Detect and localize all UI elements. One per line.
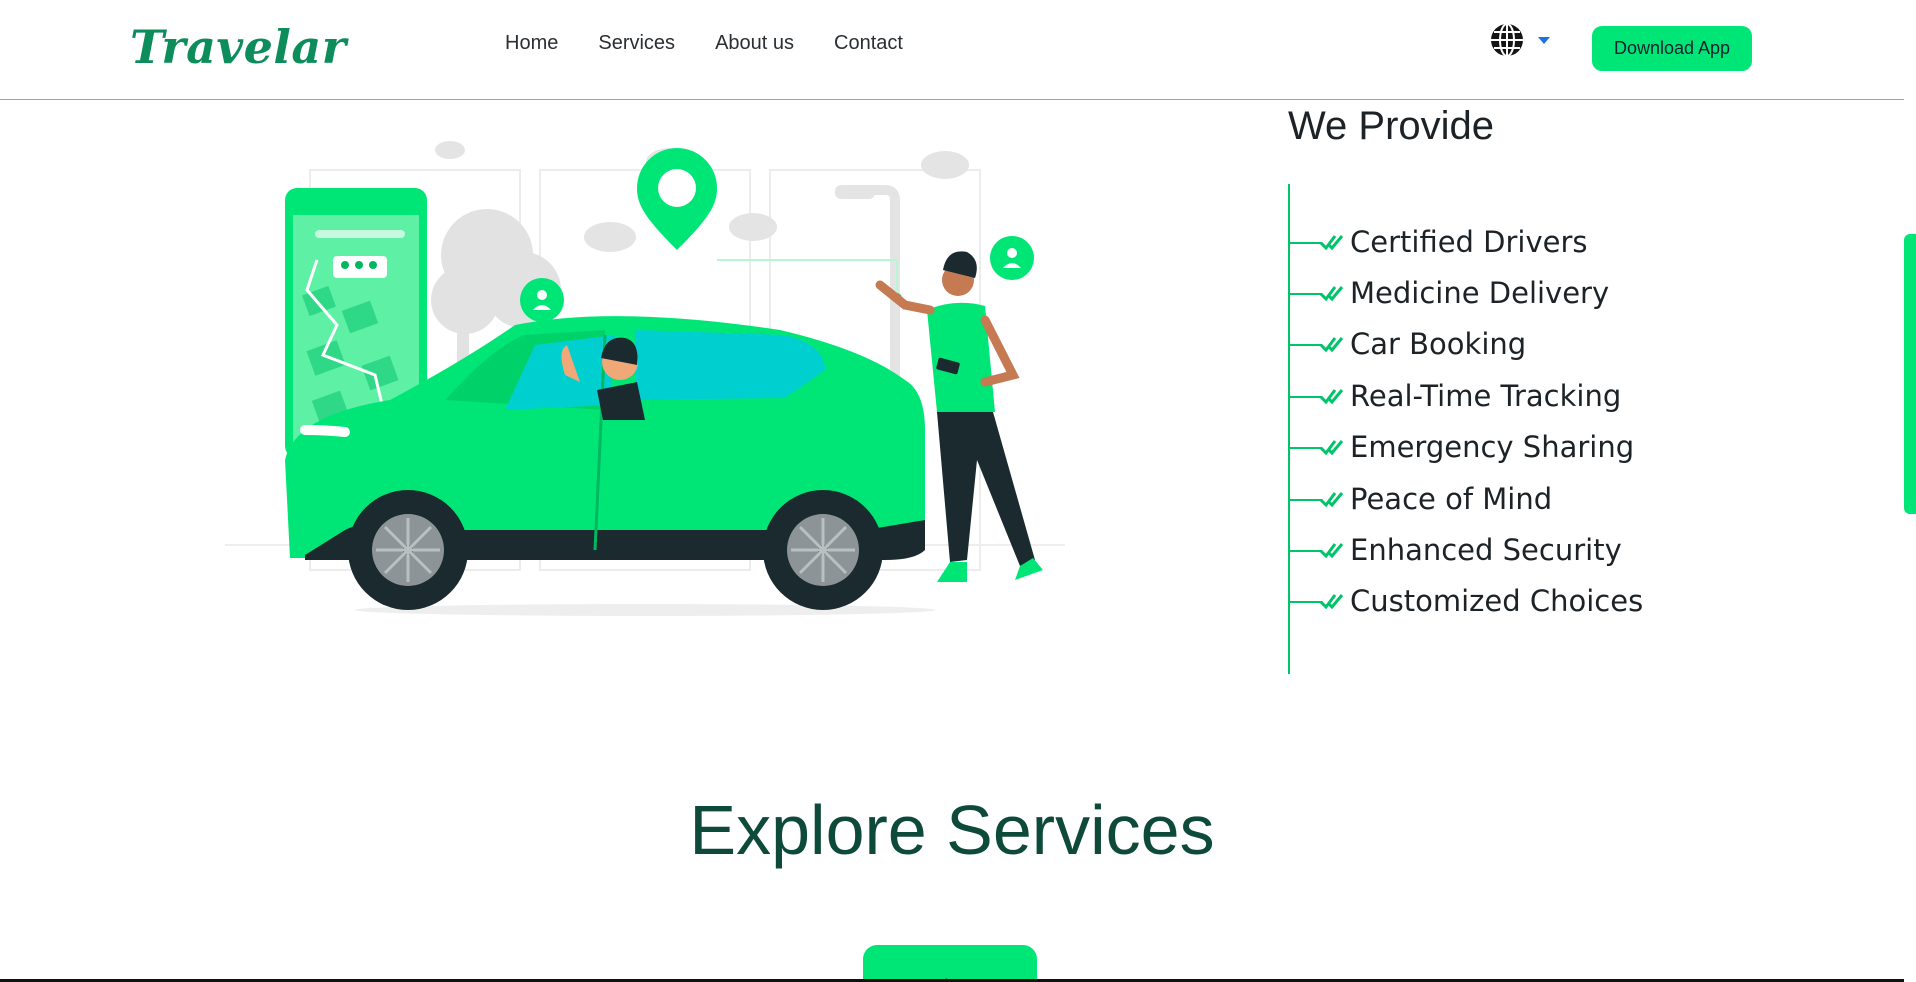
download-app-button[interactable]: Download App xyxy=(1592,26,1752,71)
main-nav: Home Services About us Contact xyxy=(505,32,903,55)
double-check-icon xyxy=(1320,543,1344,559)
provide-item-label: Medicine Delivery xyxy=(1350,276,1610,311)
provide-item-label: Customized Choices xyxy=(1350,584,1644,619)
double-check-icon xyxy=(1320,234,1344,250)
brand-logo[interactable]: Travelar xyxy=(130,20,346,74)
double-check-icon xyxy=(1320,440,1344,456)
double-check-icon xyxy=(1320,388,1344,405)
connector-line xyxy=(1290,293,1322,296)
explore-services-heading: Explore Services xyxy=(685,790,1219,870)
explore-section: Explore Services xyxy=(0,790,1904,870)
list-item: Real-Time Tracking xyxy=(1290,370,1728,421)
provide-item-label: Car Booking xyxy=(1350,327,1527,362)
double-check-icon xyxy=(1320,286,1344,302)
provide-item-label: Enhanced Security xyxy=(1350,533,1622,568)
list-item: Enhanced Security xyxy=(1290,524,1728,575)
connector-line xyxy=(1290,601,1322,604)
list-item: Peace of Mind xyxy=(1290,473,1728,524)
connector-line xyxy=(1290,241,1322,244)
connector-line xyxy=(1290,550,1322,553)
connector-line xyxy=(1290,498,1322,501)
provide-item-label: Peace of Mind xyxy=(1350,481,1553,516)
we-provide-heading: We Provide xyxy=(1288,104,1495,148)
double-check-icon xyxy=(1320,491,1344,507)
navbar: Travelar Home Services About us Contact … xyxy=(0,0,1904,100)
double-check-icon xyxy=(1320,594,1344,610)
list-item: Emergency Sharing xyxy=(1290,422,1728,473)
nav-link-about[interactable]: About us xyxy=(715,32,794,55)
list-item: Car Booking xyxy=(1290,319,1728,370)
nav-link-services[interactable]: Services xyxy=(598,32,675,55)
connector-line xyxy=(1290,447,1322,450)
provide-item-label: Real-Time Tracking xyxy=(1350,378,1622,413)
language-selector[interactable] xyxy=(1489,22,1551,58)
list-item: Customized Choices xyxy=(1290,576,1728,627)
list-item: Certified Drivers xyxy=(1290,216,1728,267)
double-check-icon xyxy=(1320,337,1344,353)
globe-icon xyxy=(1491,23,1523,57)
list-item: Medicine Delivery xyxy=(1290,267,1728,318)
provide-item-label: Emergency Sharing xyxy=(1350,430,1635,465)
caret-down-icon xyxy=(1538,37,1550,44)
provide-item-label: Certified Drivers xyxy=(1350,224,1588,259)
nav-link-contact[interactable]: Contact xyxy=(834,32,903,55)
read-more-button[interactable]: Read More xyxy=(863,945,1037,982)
side-scroll-accent[interactable] xyxy=(1904,234,1916,514)
provide-list: Certified Drivers Medicine Delivery Car … xyxy=(1288,184,1728,674)
connector-line xyxy=(1290,395,1322,398)
nav-link-home[interactable]: Home xyxy=(505,32,558,55)
car-booking-illustration xyxy=(225,141,1065,616)
connector-line xyxy=(1290,344,1322,347)
explore-services-text: Explore Services xyxy=(689,791,1215,869)
